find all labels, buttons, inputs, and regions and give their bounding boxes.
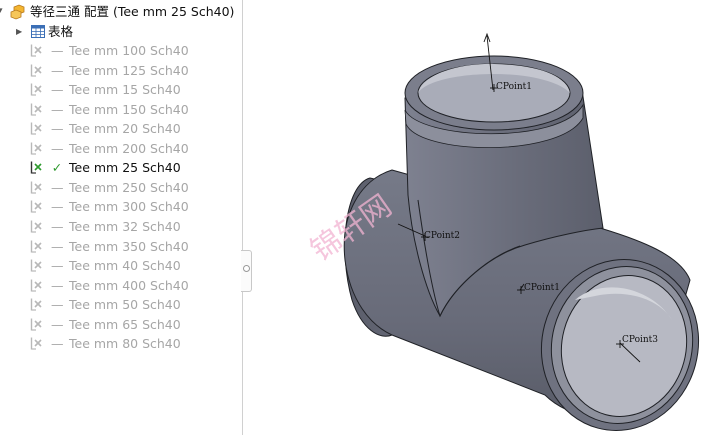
point-label-3[interactable]: CPoint3 [622, 335, 658, 345]
configuration-label: Tee mm 400 Sch40 [69, 277, 189, 293]
configuration-icon [30, 142, 42, 155]
tree-table-label: 表格 [48, 24, 74, 39]
configuration-icon [30, 318, 42, 331]
configuration-label: Tee mm 32 Sch40 [69, 218, 181, 234]
configuration-icon [30, 181, 42, 194]
configuration-label: Tee mm 300 Sch40 [69, 199, 189, 215]
point-label-1b[interactable]: CPoint1 [524, 283, 560, 293]
inactive-dash-icon: — [51, 43, 64, 58]
configuration-label: Tee mm 15 Sch40 [69, 82, 181, 98]
part-configurations-icon [10, 4, 25, 20]
configuration-label: Tee mm 20 Sch40 [69, 121, 181, 137]
collapse-arrow-icon[interactable]: ▾ [0, 2, 3, 21]
configuration-label: Tee mm 200 Sch40 [69, 140, 189, 156]
configuration-icon [30, 103, 42, 116]
inactive-dash-icon: — [51, 316, 64, 332]
configuration-label: Tee mm 100 Sch40 [69, 43, 189, 58]
inactive-dash-icon: — [51, 336, 64, 352]
configuration-label: Tee mm 80 Sch40 [69, 336, 181, 352]
inactive-dash-icon: — [51, 121, 64, 137]
configuration-icon [30, 279, 42, 292]
configuration-label: Tee mm 50 Sch40 [69, 297, 181, 313]
graphics-viewport[interactable]: CPoint1 CPoint2 CPoint1 CPoint3 锦轩网 [243, 0, 720, 435]
active-check-icon: ✓ [51, 160, 63, 176]
configuration-label: Tee mm 250 Sch40 [69, 179, 189, 195]
table-icon [31, 25, 45, 38]
configuration-icon [30, 259, 42, 272]
configuration-icon [30, 122, 42, 135]
configuration-icon [30, 161, 42, 174]
inactive-dash-icon: — [51, 238, 64, 254]
tree-root-label: 等径三通 配置 (Tee mm 25 Sch40) [30, 4, 235, 19]
inactive-dash-icon: — [51, 277, 64, 293]
inactive-dash-icon: — [51, 258, 64, 274]
point-label-2[interactable]: CPoint2 [424, 231, 460, 241]
point-label-1[interactable]: CPoint1 [496, 82, 532, 92]
configuration-label: Tee mm 40 Sch40 [69, 258, 181, 274]
configuration-manager-tree: ▾ 等径三通 配置 (Tee mm 25 Sch40) ▶ 表格 — Tee mm… [0, 0, 242, 435]
configuration-icon [30, 44, 42, 57]
inactive-dash-icon: — [51, 82, 64, 98]
expand-arrow-icon[interactable]: ▶ [16, 22, 22, 41]
configuration-icon [30, 337, 42, 350]
inactive-dash-icon: — [51, 199, 64, 215]
configuration-icon [30, 298, 42, 311]
inactive-dash-icon: — [51, 297, 64, 313]
inactive-dash-icon: — [51, 62, 64, 78]
configuration-label: Tee mm 65 Sch40 [69, 316, 181, 332]
configuration-label: Tee mm 350 Sch40 [69, 238, 189, 254]
configuration-icon [30, 64, 42, 77]
configuration-icon [30, 83, 42, 96]
inactive-dash-icon: — [51, 218, 64, 234]
inactive-dash-icon: — [51, 140, 64, 156]
configuration-icon [30, 220, 42, 233]
configuration-icon [30, 200, 42, 213]
configuration-label: Tee mm 150 Sch40 [69, 101, 189, 117]
configuration-label: Tee mm 25 Sch40 [69, 160, 181, 176]
configuration-icon [30, 240, 42, 253]
inactive-dash-icon: — [51, 179, 64, 195]
tee-body[interactable] [343, 55, 717, 435]
inactive-dash-icon: — [51, 101, 64, 117]
configuration-label: Tee mm 125 Sch40 [69, 62, 189, 78]
tee-model-view: CPoint1 CPoint2 CPoint1 CPoint3 锦轩网 [305, 32, 717, 435]
